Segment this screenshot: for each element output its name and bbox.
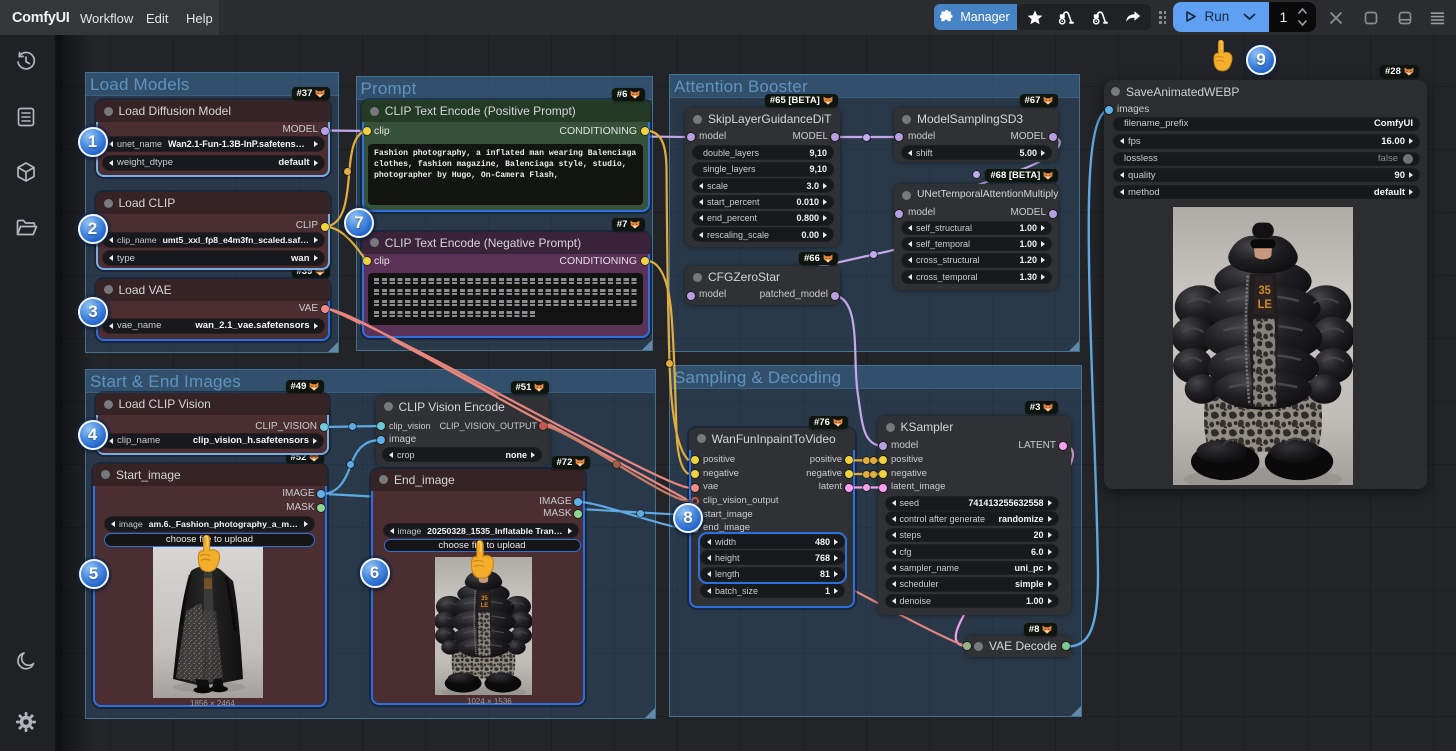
svg-text:35: 35 (1259, 284, 1272, 298)
svg-text:LE: LE (1258, 297, 1272, 311)
